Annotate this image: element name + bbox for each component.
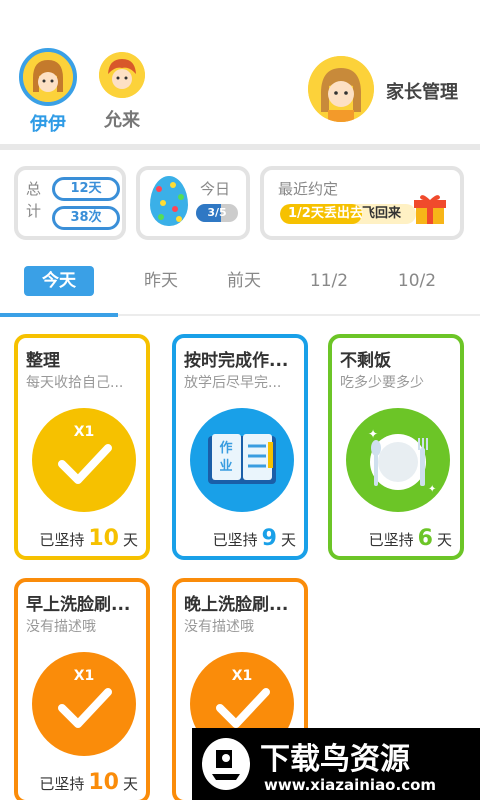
today-progress-bar: 3/5 [196, 204, 238, 222]
task-card[interactable]: 早上洗脸刷... 没有描述哦 X1 已坚持 10 天 [14, 578, 150, 800]
plate-cutlery-icon[interactable]: ✦ ✦ [346, 408, 450, 512]
watermark-title: 下载鸟资源 [260, 742, 410, 777]
gift-icon [414, 195, 446, 224]
promise-progress-bar: 1/2天丢出去 飞回来 [280, 204, 416, 224]
task-description: 没有描述哦 [26, 619, 96, 635]
svg-text:业: 业 [219, 458, 232, 474]
tab-today[interactable]: 今天 [24, 266, 94, 296]
streak-prefix: 已坚持 [368, 531, 414, 549]
bird-logo-icon [202, 738, 250, 790]
svg-text:✦: ✦ [368, 427, 378, 441]
streak-prefix: 已坚持 [39, 531, 85, 549]
streak-text: 已坚持 6 天 [369, 526, 452, 551]
tab-yesterday[interactable]: 昨天 [126, 266, 196, 296]
egg-icon [150, 176, 188, 226]
task-title: 晚上洗脸刷... [184, 595, 289, 615]
task-title: 早上洗脸刷... [26, 595, 131, 615]
total-label: 总计 [26, 180, 42, 220]
parent-avatar [308, 56, 374, 122]
today-stats-card[interactable]: 今日 3/5 [136, 166, 250, 240]
total-stats-card: 总计 12天 38次 [14, 166, 126, 240]
streak-suffix: 天 [122, 531, 138, 549]
tab-underline [0, 313, 480, 317]
child-avatar [99, 52, 145, 98]
streak-text: 已坚持 10 天 [39, 770, 138, 795]
svg-text:✦: ✦ [428, 484, 436, 495]
streak-text: 已坚持 9 天 [213, 526, 296, 551]
task-description: 没有描述哦 [184, 619, 254, 635]
total-days-badge: 12天 [52, 177, 120, 201]
tab-10-2[interactable]: 10/2 [382, 266, 452, 296]
multiplier-badge: X1 [231, 668, 253, 684]
total-times-badge: 38次 [52, 206, 120, 230]
child-name: 伊伊 [30, 114, 66, 135]
child-tab-yunlai[interactable]: 允来 [92, 52, 152, 132]
parent-management-label: 家长管理 [386, 82, 458, 103]
header-divider [0, 144, 480, 150]
streak-suffix: 天 [122, 775, 138, 793]
streak-count: 10 [88, 770, 119, 795]
streak-prefix: 已坚持 [39, 775, 85, 793]
streak-count: 10 [88, 526, 119, 551]
promise-text-b: 飞回来 [362, 206, 402, 221]
task-description: 放学后尽早完... [184, 375, 282, 391]
parent-management-button[interactable]: 家长管理 [308, 56, 458, 122]
today-progress-text: 3/5 [207, 206, 227, 219]
child-tab-yiyi[interactable]: 伊伊 [18, 48, 78, 136]
watermark: 下载鸟资源 www.xiazainiao.com [192, 728, 480, 800]
watermark-url: www.xiazainiao.com [264, 776, 437, 794]
task-card[interactable]: 按时完成作... 放学后尽早完... 作 业 已坚持 9 天 [172, 334, 308, 560]
task-card[interactable]: 整理 每天收拾自己... X1 已坚持 10 天 [14, 334, 150, 560]
streak-prefix: 已坚持 [212, 531, 258, 549]
streak-text: 已坚持 10 天 [39, 526, 138, 551]
child-avatar [19, 48, 77, 106]
check-icon[interactable]: X1 [32, 652, 136, 756]
tab-day-before[interactable]: 前天 [209, 266, 279, 296]
svg-text:作: 作 [219, 440, 232, 456]
tab-11-2[interactable]: 11/2 [294, 266, 364, 296]
promise-text-a: 1/2天丢出去 [288, 206, 363, 221]
today-label: 今日 [200, 180, 231, 198]
streak-suffix: 天 [436, 531, 452, 549]
promise-label: 最近约定 [278, 180, 339, 198]
streak-suffix: 天 [280, 531, 296, 549]
task-description: 每天收拾自己... [26, 375, 124, 391]
streak-count: 6 [417, 526, 433, 551]
check-icon[interactable]: X1 [32, 408, 136, 512]
recent-promise-card[interactable]: 最近约定 1/2天丢出去 飞回来 [260, 166, 464, 240]
multiplier-badge: X1 [73, 424, 95, 440]
task-title: 按时完成作... [184, 351, 289, 371]
tab-active-indicator [0, 313, 118, 317]
child-name: 允来 [104, 110, 140, 131]
homework-book-icon[interactable]: 作 业 [190, 408, 294, 512]
task-title: 整理 [26, 351, 60, 371]
task-description: 吃多少要多少 [340, 375, 424, 391]
task-title: 不剩饭 [340, 351, 391, 371]
task-card[interactable]: 不剩饭 吃多少要多少 ✦ ✦ 已坚持 6 天 [328, 334, 464, 560]
streak-count: 9 [261, 526, 277, 551]
multiplier-badge: X1 [73, 668, 95, 684]
